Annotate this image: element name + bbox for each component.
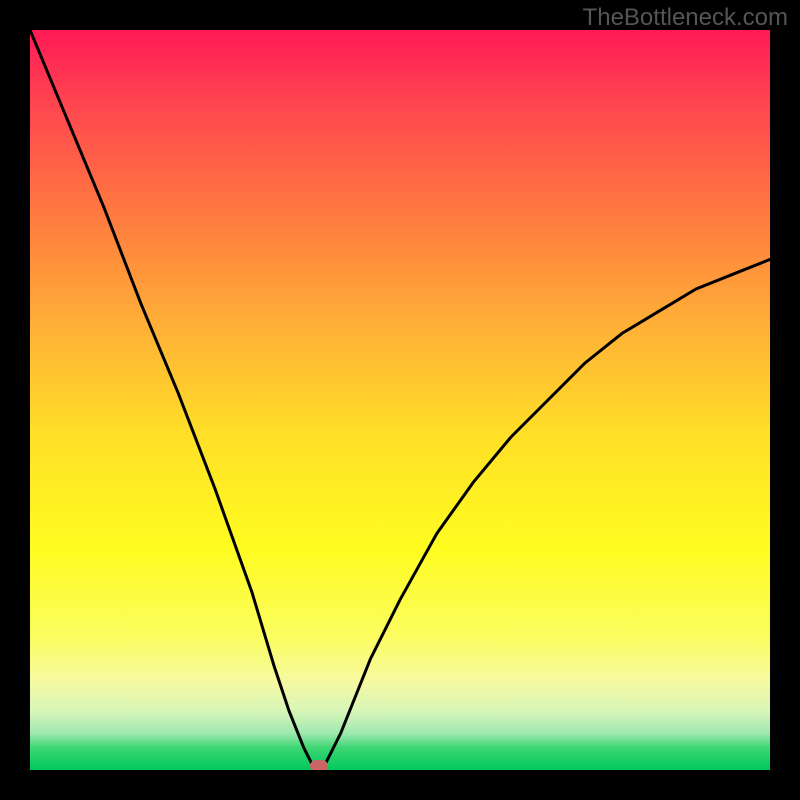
chart-frame: TheBottleneck.com	[0, 0, 800, 800]
bottleneck-marker-icon	[310, 760, 328, 770]
watermark-label: TheBottleneck.com	[583, 4, 788, 32]
bottleneck-curve	[30, 30, 770, 770]
plot-area	[30, 30, 770, 770]
bottleneck-curve-svg	[30, 30, 770, 770]
